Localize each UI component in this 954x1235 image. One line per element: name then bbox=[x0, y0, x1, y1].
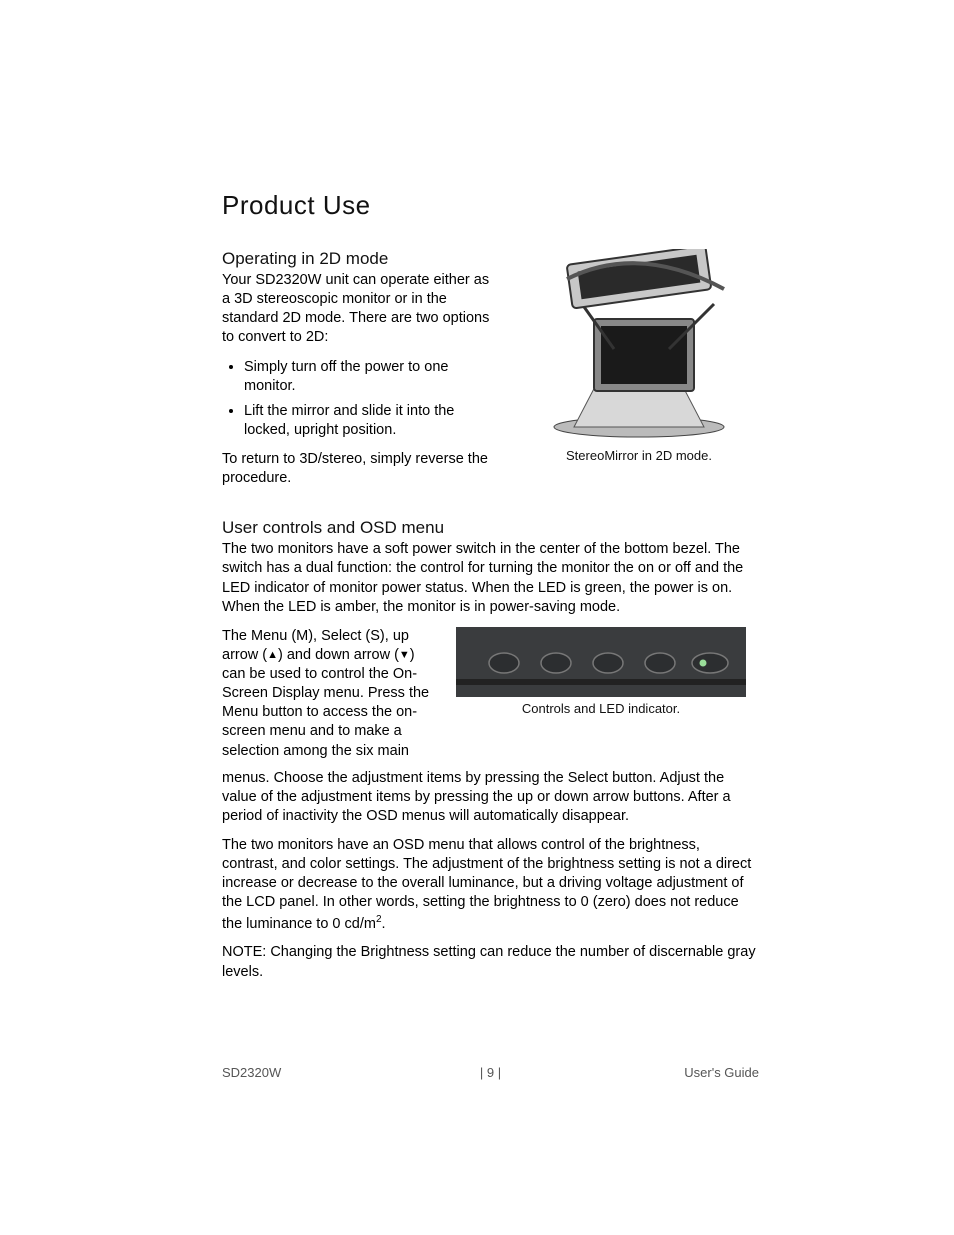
text-fragment: ) can be used to control the On-Screen D… bbox=[222, 647, 429, 759]
heading-user-controls: User controls and OSD menu bbox=[222, 518, 759, 538]
footer-doc-title: User's Guide bbox=[580, 1065, 759, 1080]
page-footer: SD2320W | 9 | User's Guide bbox=[222, 1065, 759, 1080]
footer-page-number: | 9 | bbox=[401, 1065, 580, 1080]
page-title: Product Use bbox=[222, 190, 759, 221]
heading-operating-2d: Operating in 2D mode bbox=[222, 249, 495, 269]
paragraph: menus. Choose the adjustment items by pr… bbox=[222, 769, 759, 826]
text-fragment: ) and down arrow ( bbox=[278, 647, 399, 663]
paragraph: The two monitors have a soft power switc… bbox=[222, 540, 759, 617]
section-operating-2d: Operating in 2D mode Your SD2320W unit c… bbox=[222, 249, 759, 498]
stereomirror-illustration bbox=[519, 249, 759, 444]
controls-illustration bbox=[456, 627, 746, 697]
section-user-controls: User controls and OSD menu The two monit… bbox=[222, 518, 759, 981]
figure-stereomirror: StereoMirror in 2D mode. bbox=[519, 249, 759, 463]
text-fragment: . bbox=[382, 915, 386, 931]
options-list: Simply turn off the power to one monitor… bbox=[222, 358, 495, 441]
paragraph: The Menu (M), Select (S), up arrow (▲) a… bbox=[222, 627, 432, 761]
up-arrow-icon: ▲ bbox=[267, 649, 278, 661]
footer-model: SD2320W bbox=[222, 1065, 401, 1080]
list-item: Simply turn off the power to one monitor… bbox=[244, 358, 495, 396]
intro-text: Your SD2320W unit can operate either as … bbox=[222, 271, 495, 348]
figure-caption: StereoMirror in 2D mode. bbox=[519, 448, 759, 463]
outro-text: To return to 3D/stereo, simply reverse t… bbox=[222, 450, 495, 488]
figure-caption: Controls and LED indicator. bbox=[456, 701, 746, 716]
down-arrow-icon: ▼ bbox=[399, 649, 410, 661]
paragraph: The two monitors have an OSD menu that a… bbox=[222, 836, 759, 933]
note-text: NOTE: Changing the Brightness setting ca… bbox=[222, 943, 759, 981]
list-item: Lift the mirror and slide it into the lo… bbox=[244, 402, 495, 440]
text-fragment: The two monitors have an OSD menu that a… bbox=[222, 837, 751, 931]
figure-controls: Controls and LED indicator. bbox=[456, 627, 746, 716]
